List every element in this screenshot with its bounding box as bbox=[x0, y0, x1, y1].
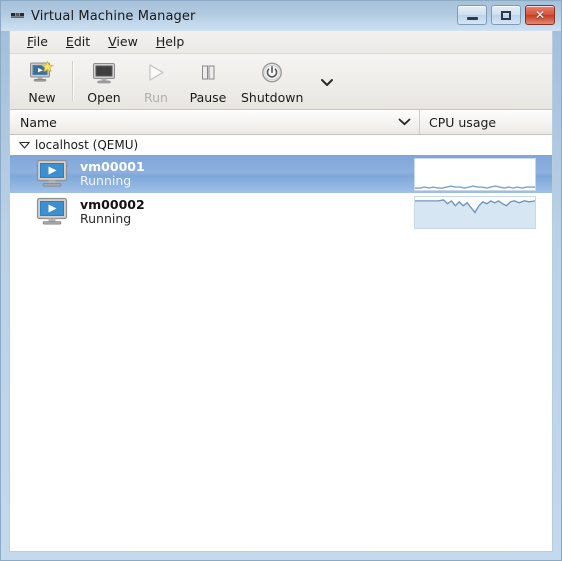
vm-name: vm00002 bbox=[80, 196, 145, 212]
toolbar-separator bbox=[72, 61, 74, 101]
chevron-down-icon bbox=[320, 72, 334, 91]
close-icon: ✕ bbox=[534, 8, 546, 22]
client-area: File Edit View Help New Open Run Pause S… bbox=[9, 31, 553, 552]
open-icon bbox=[91, 60, 117, 86]
vm-info: vm00001 Running bbox=[80, 158, 414, 189]
pause-button[interactable]: Pause bbox=[182, 58, 234, 107]
column-header-cpu[interactable]: CPU usage bbox=[420, 110, 552, 134]
vm-list: localhost (QEMU) vm00001 Running vm00002… bbox=[10, 135, 552, 551]
new-vm-button[interactable]: New bbox=[16, 58, 68, 107]
table-row[interactable]: vm00002 Running bbox=[10, 193, 552, 231]
maximize-button[interactable] bbox=[491, 5, 521, 25]
cpu-usage-sparkline bbox=[414, 195, 536, 229]
menu-bar: File Edit View Help bbox=[10, 31, 552, 54]
shutdown-icon bbox=[259, 60, 285, 86]
run-label: Run bbox=[144, 90, 168, 105]
shutdown-label: Shutdown bbox=[241, 90, 304, 105]
minimize-button[interactable] bbox=[457, 5, 487, 25]
pause-label: Pause bbox=[189, 90, 227, 105]
column-header-name[interactable]: Name bbox=[10, 110, 420, 134]
menu-edit[interactable]: Edit bbox=[57, 32, 99, 52]
open-button[interactable]: Open bbox=[78, 58, 130, 107]
vm-name: vm00001 bbox=[80, 158, 145, 174]
vm-state: Running bbox=[80, 173, 132, 188]
run-button[interactable]: Run bbox=[130, 58, 182, 107]
menu-view[interactable]: View bbox=[99, 32, 147, 52]
new-vm-label: New bbox=[28, 90, 56, 105]
run-icon bbox=[143, 60, 169, 86]
menu-file[interactable]: File bbox=[18, 32, 57, 52]
window-title: Virtual Machine Manager bbox=[31, 8, 196, 24]
vm-running-icon bbox=[32, 197, 72, 227]
toolbar: New Open Run Pause Shutdown bbox=[10, 54, 552, 110]
triangle-down-icon[interactable] bbox=[16, 141, 32, 149]
vm-running-icon bbox=[32, 159, 72, 189]
column-header-cpu-label: CPU usage bbox=[429, 114, 497, 130]
column-header-name-label: Name bbox=[20, 114, 57, 130]
cpu-usage-sparkline bbox=[414, 157, 536, 191]
window-controls: ✕ bbox=[457, 5, 555, 25]
vm-info: vm00002 Running bbox=[80, 196, 414, 227]
new-vm-icon bbox=[29, 60, 55, 86]
maximize-icon bbox=[501, 10, 511, 20]
vm-state: Running bbox=[80, 211, 132, 226]
title-bar[interactable]: Virtual Machine Manager ✕ bbox=[1, 1, 561, 31]
chevron-down-icon bbox=[398, 118, 411, 126]
table-row[interactable]: vm00001 Running bbox=[10, 155, 552, 193]
minimize-icon bbox=[466, 16, 478, 20]
vmm-logo-icon bbox=[10, 9, 26, 23]
toolbar-overflow-button[interactable] bbox=[318, 72, 336, 91]
app-window: Virtual Machine Manager ✕ File Edit View… bbox=[0, 0, 562, 561]
close-button[interactable]: ✕ bbox=[525, 5, 555, 25]
open-label: Open bbox=[87, 90, 121, 105]
pause-icon bbox=[195, 60, 221, 86]
menu-help[interactable]: Help bbox=[147, 32, 194, 52]
column-header: Name CPU usage bbox=[10, 110, 552, 135]
connection-label: localhost (QEMU) bbox=[35, 138, 139, 152]
shutdown-button[interactable]: Shutdown bbox=[234, 58, 310, 107]
connection-row[interactable]: localhost (QEMU) bbox=[10, 135, 552, 155]
